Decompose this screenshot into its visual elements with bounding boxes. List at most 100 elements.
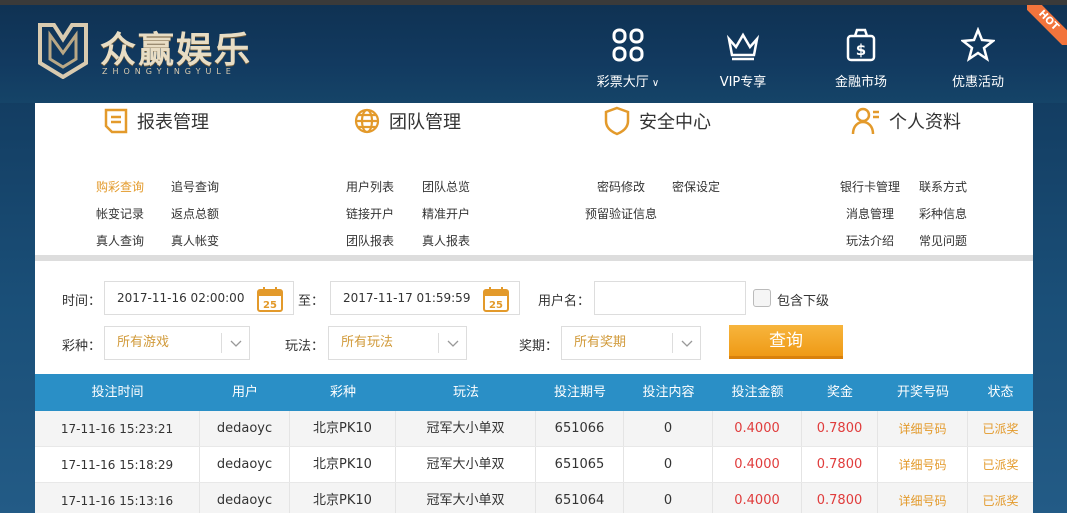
menu-link-chase-query[interactable]: 追号查询 xyxy=(171,178,219,195)
end-time-value: 2017-11-17 01:59:59 xyxy=(343,291,471,305)
logo[interactable]: 众赢娱乐 ZHONGYINGYULE xyxy=(36,19,276,85)
table-row[interactable]: 17-11-16 15:18:29 dedaoyc 北京PK10 冠军大小单双 … xyxy=(35,447,1033,483)
menu-link-live-query[interactable]: 真人查询 xyxy=(96,232,144,249)
nav-finance[interactable]: $ 金融市场 xyxy=(811,27,911,90)
calendar-day: 25 xyxy=(489,300,503,311)
play-select-value: 所有玩法 xyxy=(341,335,394,350)
column-header[interactable]: 奖金 xyxy=(802,374,878,411)
menu-link-live-account[interactable]: 真人帐变 xyxy=(171,232,219,249)
column-header[interactable]: 投注内容 xyxy=(624,374,713,411)
column-header[interactable]: 投注金额 xyxy=(713,374,802,411)
cell-amount: 0.4000 xyxy=(713,447,802,482)
menu-link-play-intro[interactable]: 玩法介绍 xyxy=(846,232,894,249)
menu-title-profile: 个人资料 xyxy=(889,112,961,133)
column-header[interactable]: 状态 xyxy=(968,374,1033,411)
table-row[interactable]: 17-11-16 15:13:16 dedaoyc 北京PK10 冠军大小单双 … xyxy=(35,483,1033,513)
calendar-icon[interactable]: 25 xyxy=(483,286,509,312)
menu-head-reports[interactable]: 报表管理 xyxy=(103,103,209,139)
query-button[interactable]: 查询 xyxy=(729,325,843,359)
menu-title-reports: 报表管理 xyxy=(137,112,209,133)
cell-draw-numbers-link[interactable]: 详细号码 xyxy=(878,483,968,513)
report-icon xyxy=(104,108,128,134)
cell-period: 651066 xyxy=(536,411,624,446)
bet-records-table: 投注时间 用户 彩种 玩法 投注期号 投注内容 投注金额 奖金 开奖号码 状态 … xyxy=(35,374,1033,513)
menu-head-team[interactable]: 团队管理 xyxy=(353,103,461,139)
globe-icon xyxy=(354,108,380,134)
cell-period: 651065 xyxy=(536,447,624,482)
star-icon xyxy=(928,27,1028,63)
cell-draw-numbers-link[interactable]: 详细号码 xyxy=(878,411,968,446)
game-select-value: 所有游戏 xyxy=(117,335,170,350)
main-panel: 报表管理 购彩查询 追号查询 帐变记录 返点总额 真人查询 真人帐变 团队管理 … xyxy=(35,103,1033,513)
brand-subtitle: ZHONGYINGYULE xyxy=(102,67,236,76)
game-label: 彩种： xyxy=(62,339,102,354)
menu-head-security[interactable]: 安全中心 xyxy=(603,103,711,139)
table-body: 17-11-16 15:23:21 dedaoyc 北京PK10 冠军大小单双 … xyxy=(35,411,1033,513)
nav-promotions[interactable]: 优惠活动 xyxy=(928,27,1028,90)
menu-link-change-password[interactable]: 密码修改 xyxy=(597,178,645,195)
menu-link-team-report[interactable]: 团队报表 xyxy=(346,232,394,249)
menu-link-contact[interactable]: 联系方式 xyxy=(919,178,967,195)
cell-game: 北京PK10 xyxy=(290,447,396,482)
menu-link-link-signup[interactable]: 链接开户 xyxy=(346,205,394,222)
username-input[interactable] xyxy=(594,281,746,315)
start-time-value: 2017-11-16 02:00:00 xyxy=(117,291,245,305)
play-select[interactable]: 所有玩法 xyxy=(328,326,467,360)
period-select-value: 所有奖期 xyxy=(574,335,627,350)
calendar-icon[interactable]: 25 xyxy=(257,286,283,312)
menu-link-messages[interactable]: 消息管理 xyxy=(846,205,894,222)
start-time-input[interactable]: 2017-11-16 02:00:00 25 xyxy=(104,281,294,315)
menu-link-faq[interactable]: 常见问题 xyxy=(919,232,967,249)
table-row[interactable]: 17-11-16 15:23:21 dedaoyc 北京PK10 冠军大小单双 … xyxy=(35,411,1033,447)
menu-link-game-info[interactable]: 彩种信息 xyxy=(919,205,967,222)
brand-title: 众赢娱乐 xyxy=(100,30,253,71)
nav-vip[interactable]: VIP专享 xyxy=(693,27,793,90)
lottery-grid-icon xyxy=(578,27,678,63)
menu-head-profile[interactable]: 个人资料 xyxy=(851,103,961,139)
column-header[interactable]: 玩法 xyxy=(396,374,536,411)
period-select[interactable]: 所有奖期 xyxy=(561,326,701,360)
cell-status: 已派奖 xyxy=(982,422,1019,436)
cell-status: 已派奖 xyxy=(982,494,1019,508)
menu-link-team-overview[interactable]: 团队总览 xyxy=(422,178,470,195)
column-header[interactable]: 投注时间 xyxy=(35,374,200,411)
username-label: 用户名： xyxy=(538,294,591,309)
cell-amount: 0.4000 xyxy=(713,483,802,513)
menu-link-verification-info[interactable]: 预留验证信息 xyxy=(585,205,657,222)
cell-bet-time: 17-11-16 15:13:16 xyxy=(35,483,200,513)
menu-link-user-list[interactable]: 用户列表 xyxy=(346,178,394,195)
cell-user: dedaoyc xyxy=(200,483,290,513)
game-select[interactable]: 所有游戏 xyxy=(104,326,250,360)
menu-title-team: 团队管理 xyxy=(389,112,461,133)
account-menu: 报表管理 购彩查询 追号查询 帐变记录 返点总额 真人查询 真人帐变 团队管理 … xyxy=(35,103,1033,255)
column-header[interactable]: 彩种 xyxy=(290,374,396,411)
nav-finance-label: 金融市场 xyxy=(834,75,887,90)
menu-link-security-question[interactable]: 密保设定 xyxy=(672,178,720,195)
menu-link-bet-query[interactable]: 购彩查询 xyxy=(96,178,144,195)
column-header[interactable]: 投注期号 xyxy=(536,374,624,411)
menu-link-precise-signup[interactable]: 精准开户 xyxy=(422,205,470,222)
menu-link-live-report[interactable]: 真人报表 xyxy=(422,232,470,249)
cell-prize: 0.7800 xyxy=(802,447,878,482)
include-subordinates-checkbox[interactable] xyxy=(753,289,771,307)
menu-link-rebate-total[interactable]: 返点总额 xyxy=(171,205,219,222)
menu-title-security: 安全中心 xyxy=(639,112,711,133)
logo-mark-icon xyxy=(38,23,88,79)
cell-content: 0 xyxy=(624,411,713,446)
nav-lottery-hall[interactable]: 彩票大厅 ∨ xyxy=(578,27,678,90)
end-time-input[interactable]: 2017-11-17 01:59:59 25 xyxy=(330,281,520,315)
menu-link-account-changes[interactable]: 帐变记录 xyxy=(96,205,144,222)
user-icon xyxy=(851,107,879,135)
include-subordinates-label: 包含下级 xyxy=(777,294,830,309)
chevron-down-icon xyxy=(672,333,700,353)
cell-game: 北京PK10 xyxy=(290,411,396,446)
to-label: 至： xyxy=(298,294,325,309)
cell-draw-numbers-link[interactable]: 详细号码 xyxy=(878,447,968,482)
chevron-down-icon xyxy=(438,333,466,353)
column-header[interactable]: 开奖号码 xyxy=(878,374,968,411)
menu-link-bank-cards[interactable]: 银行卡管理 xyxy=(840,178,900,195)
column-header[interactable]: 用户 xyxy=(200,374,290,411)
chevron-down-icon xyxy=(221,333,249,353)
chevron-down-icon: ∨ xyxy=(648,78,660,89)
cell-user: dedaoyc xyxy=(200,411,290,446)
